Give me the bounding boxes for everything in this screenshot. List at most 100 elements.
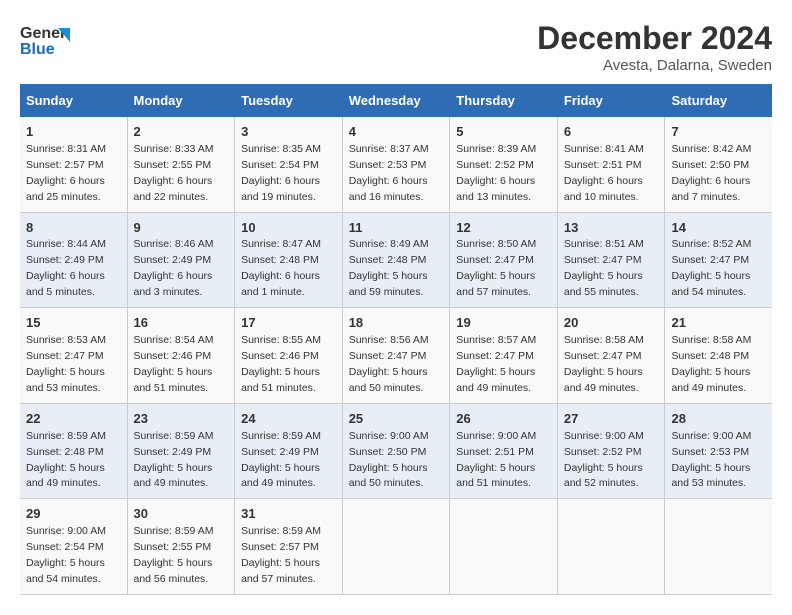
calendar-cell: 17Sunrise: 8:55 AM Sunset: 2:46 PM Dayli… <box>235 308 343 404</box>
calendar-week-row: 8Sunrise: 8:44 AM Sunset: 2:49 PM Daylig… <box>20 212 772 308</box>
calendar-week-row: 15Sunrise: 8:53 AM Sunset: 2:47 PM Dayli… <box>20 308 772 404</box>
day-number: 18 <box>349 314 444 333</box>
day-info: Sunrise: 8:54 AM Sunset: 2:46 PM Dayligh… <box>134 334 214 394</box>
day-number: 22 <box>26 410 121 429</box>
column-header-friday: Friday <box>557 85 665 117</box>
calendar-week-row: 1Sunrise: 8:31 AM Sunset: 2:57 PM Daylig… <box>20 117 772 213</box>
calendar-week-row: 29Sunrise: 9:00 AM Sunset: 2:54 PM Dayli… <box>20 499 772 595</box>
column-header-saturday: Saturday <box>665 85 772 117</box>
day-info: Sunrise: 8:39 AM Sunset: 2:52 PM Dayligh… <box>456 143 536 203</box>
day-number: 30 <box>134 505 229 524</box>
day-info: Sunrise: 8:49 AM Sunset: 2:48 PM Dayligh… <box>349 238 429 298</box>
day-number: 6 <box>564 123 659 142</box>
calendar-cell: 30Sunrise: 8:59 AM Sunset: 2:55 PM Dayli… <box>127 499 235 595</box>
calendar-cell: 20Sunrise: 8:58 AM Sunset: 2:47 PM Dayli… <box>557 308 665 404</box>
day-info: Sunrise: 8:31 AM Sunset: 2:57 PM Dayligh… <box>26 143 106 203</box>
day-info: Sunrise: 8:33 AM Sunset: 2:55 PM Dayligh… <box>134 143 214 203</box>
calendar-cell: 28Sunrise: 9:00 AM Sunset: 2:53 PM Dayli… <box>665 403 772 499</box>
calendar-cell: 12Sunrise: 8:50 AM Sunset: 2:47 PM Dayli… <box>450 212 558 308</box>
calendar-cell: 7Sunrise: 8:42 AM Sunset: 2:50 PM Daylig… <box>665 117 772 213</box>
day-number: 9 <box>134 219 229 238</box>
day-number: 5 <box>456 123 551 142</box>
day-number: 29 <box>26 505 121 524</box>
calendar-cell: 26Sunrise: 9:00 AM Sunset: 2:51 PM Dayli… <box>450 403 558 499</box>
calendar-cell: 27Sunrise: 9:00 AM Sunset: 2:52 PM Dayli… <box>557 403 665 499</box>
day-info: Sunrise: 8:59 AM Sunset: 2:57 PM Dayligh… <box>241 525 321 585</box>
calendar-title: December 2024 <box>537 20 772 57</box>
column-header-thursday: Thursday <box>450 85 558 117</box>
calendar-cell: 23Sunrise: 8:59 AM Sunset: 2:49 PM Dayli… <box>127 403 235 499</box>
day-info: Sunrise: 8:55 AM Sunset: 2:46 PM Dayligh… <box>241 334 321 394</box>
calendar-cell: 31Sunrise: 8:59 AM Sunset: 2:57 PM Dayli… <box>235 499 343 595</box>
logo: General Blue <box>20 20 70 70</box>
day-number: 1 <box>26 123 121 142</box>
day-info: Sunrise: 8:41 AM Sunset: 2:51 PM Dayligh… <box>564 143 644 203</box>
calendar-cell: 15Sunrise: 8:53 AM Sunset: 2:47 PM Dayli… <box>20 308 127 404</box>
day-number: 12 <box>456 219 551 238</box>
day-number: 21 <box>671 314 766 333</box>
day-info: Sunrise: 8:59 AM Sunset: 2:55 PM Dayligh… <box>134 525 214 585</box>
day-info: Sunrise: 9:00 AM Sunset: 2:52 PM Dayligh… <box>564 430 644 490</box>
day-info: Sunrise: 8:46 AM Sunset: 2:49 PM Dayligh… <box>134 238 214 298</box>
calendar-header-row: SundayMondayTuesdayWednesdayThursdayFrid… <box>20 85 772 117</box>
day-info: Sunrise: 8:44 AM Sunset: 2:49 PM Dayligh… <box>26 238 106 298</box>
column-header-sunday: Sunday <box>20 85 127 117</box>
calendar-cell: 9Sunrise: 8:46 AM Sunset: 2:49 PM Daylig… <box>127 212 235 308</box>
day-number: 19 <box>456 314 551 333</box>
day-number: 16 <box>134 314 229 333</box>
day-info: Sunrise: 8:51 AM Sunset: 2:47 PM Dayligh… <box>564 238 644 298</box>
calendar-cell: 2Sunrise: 8:33 AM Sunset: 2:55 PM Daylig… <box>127 117 235 213</box>
calendar-cell <box>665 499 772 595</box>
calendar-cell: 29Sunrise: 9:00 AM Sunset: 2:54 PM Dayli… <box>20 499 127 595</box>
calendar-cell <box>557 499 665 595</box>
calendar-cell <box>342 499 450 595</box>
day-number: 23 <box>134 410 229 429</box>
calendar-cell: 11Sunrise: 8:49 AM Sunset: 2:48 PM Dayli… <box>342 212 450 308</box>
day-number: 25 <box>349 410 444 429</box>
day-info: Sunrise: 8:58 AM Sunset: 2:48 PM Dayligh… <box>671 334 751 394</box>
calendar-cell: 13Sunrise: 8:51 AM Sunset: 2:47 PM Dayli… <box>557 212 665 308</box>
day-info: Sunrise: 8:52 AM Sunset: 2:47 PM Dayligh… <box>671 238 751 298</box>
column-header-tuesday: Tuesday <box>235 85 343 117</box>
day-info: Sunrise: 8:56 AM Sunset: 2:47 PM Dayligh… <box>349 334 429 394</box>
day-number: 27 <box>564 410 659 429</box>
page-header: General Blue December 2024 Avesta, Dalar… <box>20 20 772 74</box>
calendar-cell: 6Sunrise: 8:41 AM Sunset: 2:51 PM Daylig… <box>557 117 665 213</box>
calendar-cell <box>450 499 558 595</box>
calendar-table: SundayMondayTuesdayWednesdayThursdayFrid… <box>20 84 772 595</box>
day-info: Sunrise: 9:00 AM Sunset: 2:51 PM Dayligh… <box>456 430 536 490</box>
day-info: Sunrise: 8:53 AM Sunset: 2:47 PM Dayligh… <box>26 334 106 394</box>
calendar-cell: 3Sunrise: 8:35 AM Sunset: 2:54 PM Daylig… <box>235 117 343 213</box>
calendar-cell: 22Sunrise: 8:59 AM Sunset: 2:48 PM Dayli… <box>20 403 127 499</box>
day-info: Sunrise: 8:59 AM Sunset: 2:49 PM Dayligh… <box>134 430 214 490</box>
logo-icon: General Blue <box>20 20 70 65</box>
day-number: 31 <box>241 505 336 524</box>
day-number: 15 <box>26 314 121 333</box>
calendar-cell: 18Sunrise: 8:56 AM Sunset: 2:47 PM Dayli… <box>342 308 450 404</box>
day-info: Sunrise: 9:00 AM Sunset: 2:53 PM Dayligh… <box>671 430 751 490</box>
day-number: 13 <box>564 219 659 238</box>
calendar-cell: 25Sunrise: 9:00 AM Sunset: 2:50 PM Dayli… <box>342 403 450 499</box>
day-info: Sunrise: 8:59 AM Sunset: 2:49 PM Dayligh… <box>241 430 321 490</box>
day-info: Sunrise: 8:57 AM Sunset: 2:47 PM Dayligh… <box>456 334 536 394</box>
svg-text:General: General <box>20 25 70 42</box>
calendar-title-area: December 2024 Avesta, Dalarna, Sweden <box>537 20 772 74</box>
day-number: 8 <box>26 219 121 238</box>
day-number: 24 <box>241 410 336 429</box>
day-number: 7 <box>671 123 766 142</box>
calendar-cell: 14Sunrise: 8:52 AM Sunset: 2:47 PM Dayli… <box>665 212 772 308</box>
column-header-wednesday: Wednesday <box>342 85 450 117</box>
day-info: Sunrise: 8:42 AM Sunset: 2:50 PM Dayligh… <box>671 143 751 203</box>
calendar-cell: 10Sunrise: 8:47 AM Sunset: 2:48 PM Dayli… <box>235 212 343 308</box>
day-number: 28 <box>671 410 766 429</box>
day-number: 20 <box>564 314 659 333</box>
day-number: 3 <box>241 123 336 142</box>
calendar-cell: 16Sunrise: 8:54 AM Sunset: 2:46 PM Dayli… <box>127 308 235 404</box>
calendar-cell: 19Sunrise: 8:57 AM Sunset: 2:47 PM Dayli… <box>450 308 558 404</box>
calendar-cell: 5Sunrise: 8:39 AM Sunset: 2:52 PM Daylig… <box>450 117 558 213</box>
day-info: Sunrise: 8:37 AM Sunset: 2:53 PM Dayligh… <box>349 143 429 203</box>
calendar-cell: 24Sunrise: 8:59 AM Sunset: 2:49 PM Dayli… <box>235 403 343 499</box>
day-number: 10 <box>241 219 336 238</box>
day-info: Sunrise: 8:35 AM Sunset: 2:54 PM Dayligh… <box>241 143 321 203</box>
svg-text:Blue: Blue <box>20 41 55 58</box>
